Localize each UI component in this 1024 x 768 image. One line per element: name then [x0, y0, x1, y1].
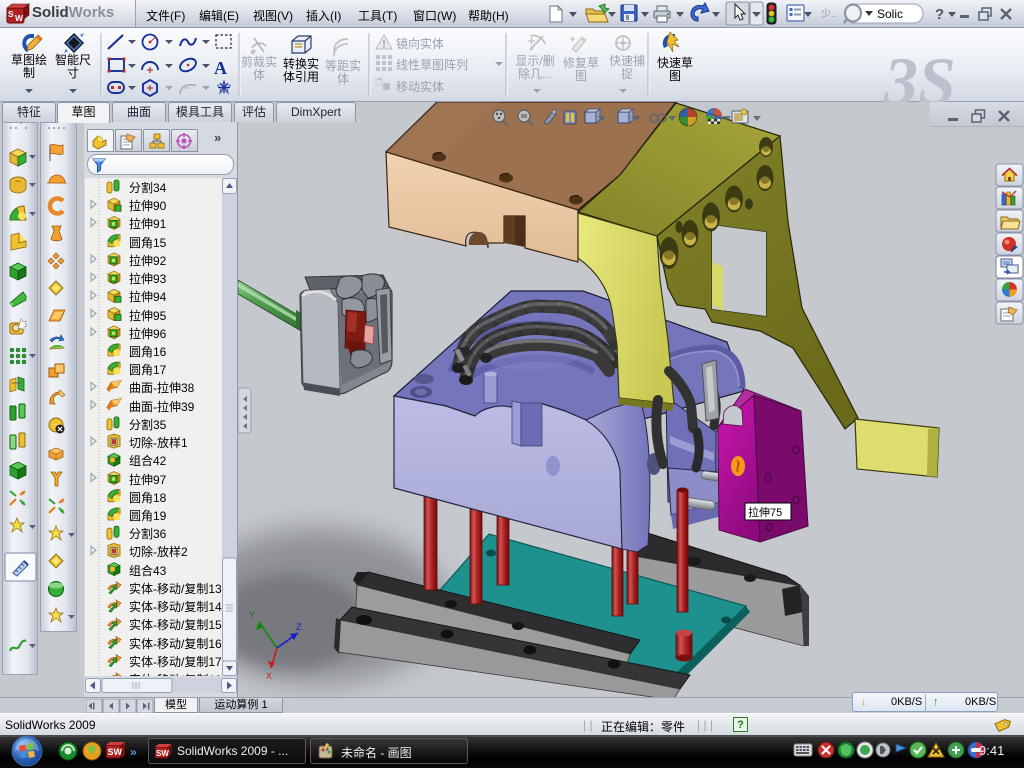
svg-text:Y: Y: [249, 610, 255, 620]
svg-text:Solic: Solic: [877, 7, 903, 21]
svg-text:少..: 少..: [821, 8, 837, 20]
svg-text:+: +: [570, 34, 575, 44]
svg-text:拉伸75: 拉伸75: [748, 505, 782, 519]
svg-text:SW: SW: [108, 747, 123, 757]
svg-text:W: W: [15, 13, 24, 23]
svg-text:S: S: [8, 9, 14, 19]
svg-text:»: »: [130, 745, 137, 759]
svg-text:9:41: 9:41: [979, 743, 1004, 758]
svg-text:3S: 3S: [883, 43, 956, 102]
svg-text:SW: SW: [156, 749, 169, 758]
svg-text:?: ?: [935, 6, 944, 23]
svg-text:A: A: [214, 58, 227, 78]
svg-text:Z: Z: [296, 622, 302, 632]
svg-text:X: X: [266, 671, 272, 681]
